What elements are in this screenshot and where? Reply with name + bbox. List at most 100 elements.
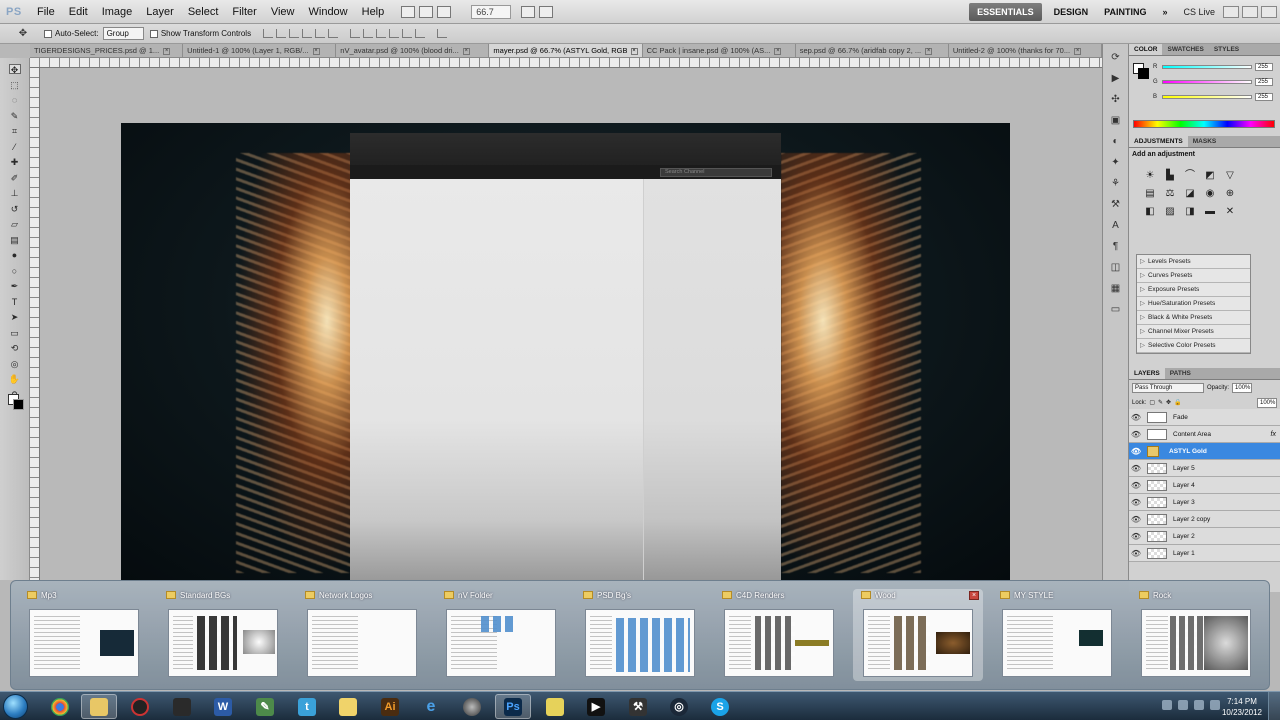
taskbar-notes[interactable] — [537, 694, 573, 719]
close-icon[interactable]: × — [312, 47, 320, 55]
red-slider[interactable]: R 255 — [1153, 62, 1277, 72]
layer-row[interactable]: 👁 Fade — [1129, 409, 1280, 426]
taskbar-editor[interactable]: ✎ — [247, 694, 283, 719]
view-extras-icon[interactable] — [437, 5, 452, 18]
taskbar-media-player[interactable]: ▶ — [578, 694, 614, 719]
volume-icon[interactable] — [1194, 700, 1204, 710]
marquee-tool-icon[interactable]: ⬚ — [9, 80, 21, 90]
doc-tab[interactable]: Untitled-2 @ 100% (thanks for 70... × — [949, 44, 1102, 57]
align-vcenter-icon[interactable] — [276, 29, 287, 38]
taskbar-app[interactable] — [164, 694, 200, 719]
color-spectrum-bar[interactable] — [1133, 120, 1275, 128]
taskbar-tools[interactable]: ⚒ — [620, 694, 656, 719]
color-balance-icon[interactable]: ⚖ — [1163, 187, 1177, 201]
menu-help[interactable]: Help — [355, 0, 392, 24]
tab-layers[interactable]: LAYERS — [1129, 368, 1165, 379]
tab-paths[interactable]: PATHS — [1165, 368, 1196, 379]
close-icon[interactable]: × — [925, 47, 933, 55]
doc-tab[interactable]: CC Pack | insane.psd @ 100% (AS... × — [643, 44, 796, 57]
clone-stamp-tool-icon[interactable]: ⊥ — [9, 188, 21, 198]
preset-hue-saturation[interactable]: ▷ Hue/Saturation Presets — [1137, 297, 1250, 311]
gradient-map-icon[interactable]: ▬ — [1203, 205, 1217, 219]
screen-mode-icon[interactable] — [539, 5, 554, 18]
crop-tool-icon[interactable]: ⌗ — [9, 126, 21, 136]
layer-row[interactable]: 👁 Layer 5 — [1129, 460, 1280, 477]
auto-select-checkbox[interactable] — [44, 29, 52, 38]
taskbar-steam[interactable]: ◎ — [661, 694, 697, 719]
menu-file[interactable]: File — [30, 0, 62, 24]
eye-icon[interactable]: 👁 — [1129, 447, 1143, 456]
character-icon[interactable]: A — [1110, 220, 1122, 232]
distribute-vcenter-icon[interactable] — [363, 29, 374, 38]
layer-row[interactable]: 👁 Layer 2 — [1129, 528, 1280, 545]
window-thumbnail[interactable]: PSD Bg's — [575, 589, 705, 681]
auto-align-layers-icon[interactable] — [437, 29, 448, 38]
doc-tab[interactable]: nV_avatar.psd @ 100% (blood dri... × — [336, 44, 490, 57]
taskbar-media[interactable] — [122, 694, 158, 719]
move-tool-preset-icon[interactable]: ✥ — [8, 26, 38, 42]
lock-image-icon[interactable]: ✎ — [1158, 399, 1163, 406]
restore-button[interactable] — [1242, 6, 1258, 18]
align-top-icon[interactable] — [263, 29, 274, 38]
document-canvas[interactable]: Search Channel — [121, 123, 1010, 580]
eye-icon[interactable]: 👁 — [1129, 498, 1143, 507]
align-bottom-icon[interactable] — [289, 29, 300, 38]
menu-view[interactable]: View — [264, 0, 302, 24]
paragraph-icon[interactable]: ¶ — [1110, 241, 1122, 253]
action-center-icon[interactable] — [1210, 700, 1220, 710]
black-white-icon[interactable]: ◪ — [1183, 187, 1197, 201]
levels-icon[interactable]: ▙ — [1163, 169, 1177, 183]
taskbar-illustrator[interactable]: Ai — [372, 694, 408, 719]
brush-tool-icon[interactable]: ✐ — [9, 173, 21, 183]
vibrance-icon[interactable]: ▽ — [1223, 169, 1237, 183]
eraser-tool-icon[interactable]: ▱ — [9, 219, 21, 229]
preset-channel-mixer[interactable]: ▷ Channel Mixer Presets — [1137, 325, 1250, 339]
distribute-bottom-icon[interactable] — [376, 29, 387, 38]
pen-tool-icon[interactable]: ✒ — [9, 281, 21, 291]
eye-icon[interactable]: 👁 — [1129, 481, 1143, 490]
eye-icon[interactable]: 👁 — [1129, 532, 1143, 541]
blend-mode-dropdown[interactable]: Pass Through — [1132, 383, 1204, 393]
menu-edit[interactable]: Edit — [62, 0, 95, 24]
close-icon[interactable]: × — [774, 47, 782, 55]
channel-mixer-icon[interactable]: ⊕ — [1223, 187, 1237, 201]
menu-window[interactable]: Window — [302, 0, 355, 24]
align-left-icon[interactable] — [302, 29, 313, 38]
3d-orbit-tool-icon[interactable]: ◎ — [9, 359, 21, 369]
window-thumbnail[interactable]: Standard BGs — [158, 589, 288, 681]
taskbar-ie[interactable]: e — [413, 694, 449, 719]
doc-tab[interactable]: TIGERDESIGNS_PRICES.psd @ 1... × — [30, 44, 184, 57]
taskbar-chrome[interactable] — [42, 694, 78, 719]
eye-icon[interactable]: 👁 — [1129, 515, 1143, 524]
menu-layer[interactable]: Layer — [139, 0, 181, 24]
doc-tab-active[interactable]: mayer.psd @ 66.7% (ASTYL Gold, RGB/8#) *… — [489, 44, 643, 57]
background-color-swatch[interactable] — [13, 399, 24, 410]
healing-brush-tool-icon[interactable]: ✚ — [9, 157, 21, 167]
brush-presets-icon[interactable]: ✦ — [1110, 157, 1122, 169]
distribute-right-icon[interactable] — [415, 29, 426, 38]
show-desktop-button[interactable] — [1268, 692, 1280, 720]
layer-effects-icon[interactable]: fx — [1271, 431, 1276, 438]
close-icon[interactable]: × — [969, 591, 979, 600]
clone-source-icon[interactable]: ⚘ — [1110, 178, 1122, 190]
lock-all-icon[interactable]: 🔒 — [1174, 399, 1181, 406]
taskbar-twitter[interactable]: t — [289, 694, 325, 719]
close-button[interactable] — [1261, 6, 1277, 18]
layer-row[interactable]: 👁 Layer 4 — [1129, 477, 1280, 494]
actions-icon[interactable]: ▶ — [1110, 73, 1122, 85]
workspace-painting[interactable]: PAINTING — [1096, 0, 1154, 24]
layer-row[interactable]: 👁 Layer 1 — [1129, 545, 1280, 562]
clock[interactable]: 7:14 PM 10/23/2012 — [1222, 696, 1262, 718]
close-icon[interactable]: × — [462, 47, 470, 55]
gradient-tool-icon[interactable]: ▤ — [9, 235, 21, 245]
blue-value[interactable]: 255 — [1255, 93, 1273, 101]
launch-mini-bridge-icon[interactable] — [419, 5, 434, 18]
layer-row[interactable]: 👁 Layer 2 copy — [1129, 511, 1280, 528]
layer-row[interactable]: 👁 Content Area fx — [1129, 426, 1280, 443]
blur-tool-icon[interactable]: ● — [9, 250, 21, 260]
cs-live-button[interactable]: CS Live — [1175, 7, 1223, 17]
doc-tab[interactable]: sep.psd @ 66.7% (aridfab copy 2, ... × — [796, 44, 949, 57]
taskbar-skype[interactable]: S — [702, 694, 738, 719]
lock-transparent-icon[interactable]: ▢ — [1149, 399, 1155, 406]
image-icon[interactable]: ▣ — [1110, 115, 1122, 127]
